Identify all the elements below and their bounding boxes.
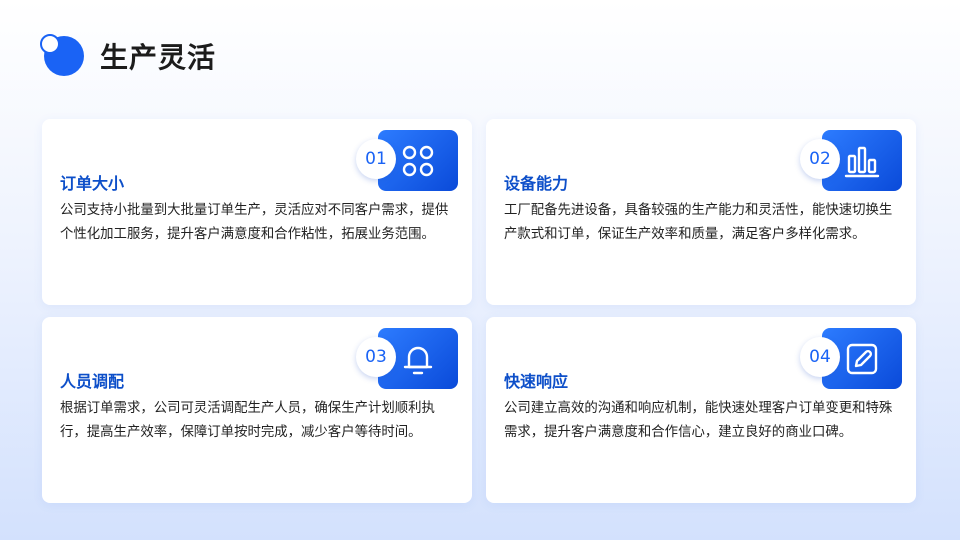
card-title: 人员调配: [60, 372, 125, 391]
logo-icon: [40, 34, 86, 76]
card-number: 04: [800, 337, 840, 377]
card-fast-response: 04 快速响应 公司建立高效的沟通和响应机制，能快速处理客户订单变更和特殊需求，…: [486, 317, 916, 503]
logo-circle-small: [40, 34, 60, 54]
card-title: 订单大小: [60, 174, 125, 193]
card-staffing: 03 人员调配 根据订单需求，公司可灵活调配生产人员，确保生产计划顺利执行，提高…: [42, 317, 472, 503]
card-number: 03: [356, 337, 396, 377]
card-title: 设备能力: [504, 174, 569, 193]
card-text: 公司建立高效的沟通和响应机制，能快速处理客户订单变更和特殊需求，提升客户满意度和…: [504, 401, 893, 440]
command-icon: [402, 145, 434, 176]
card-text: 公司支持小批量到大批量订单生产，灵活应对不同客户需求，提供个性化加工服务，提升客…: [60, 203, 449, 242]
bell-icon: [403, 346, 433, 374]
card-number: 02: [800, 139, 840, 179]
card-text: 根据订单需求，公司可灵活调配生产人员，确保生产计划顺利执行，提高生产效率，保障订…: [60, 401, 435, 440]
page-title: 生产灵活: [100, 41, 217, 74]
bar-chart-icon: [844, 146, 880, 177]
edit-icon: [846, 343, 878, 374]
card-text: 工厂配备先进设备，具备较强的生产能力和灵活性，能快速切换生产款式和订单，保证生产…: [504, 203, 893, 242]
card-equipment: 02 设备能力 工厂配备先进设备，具备较强的生产能力和灵活性，能快速切换生产款式…: [486, 119, 916, 305]
card-order-size: 01 订单大小 公司支持小批量到大批量订单生产，灵活应对不同客户需求，提供个性化…: [42, 119, 472, 305]
card-title: 快速响应: [504, 372, 569, 391]
card-number: 01: [356, 139, 396, 179]
